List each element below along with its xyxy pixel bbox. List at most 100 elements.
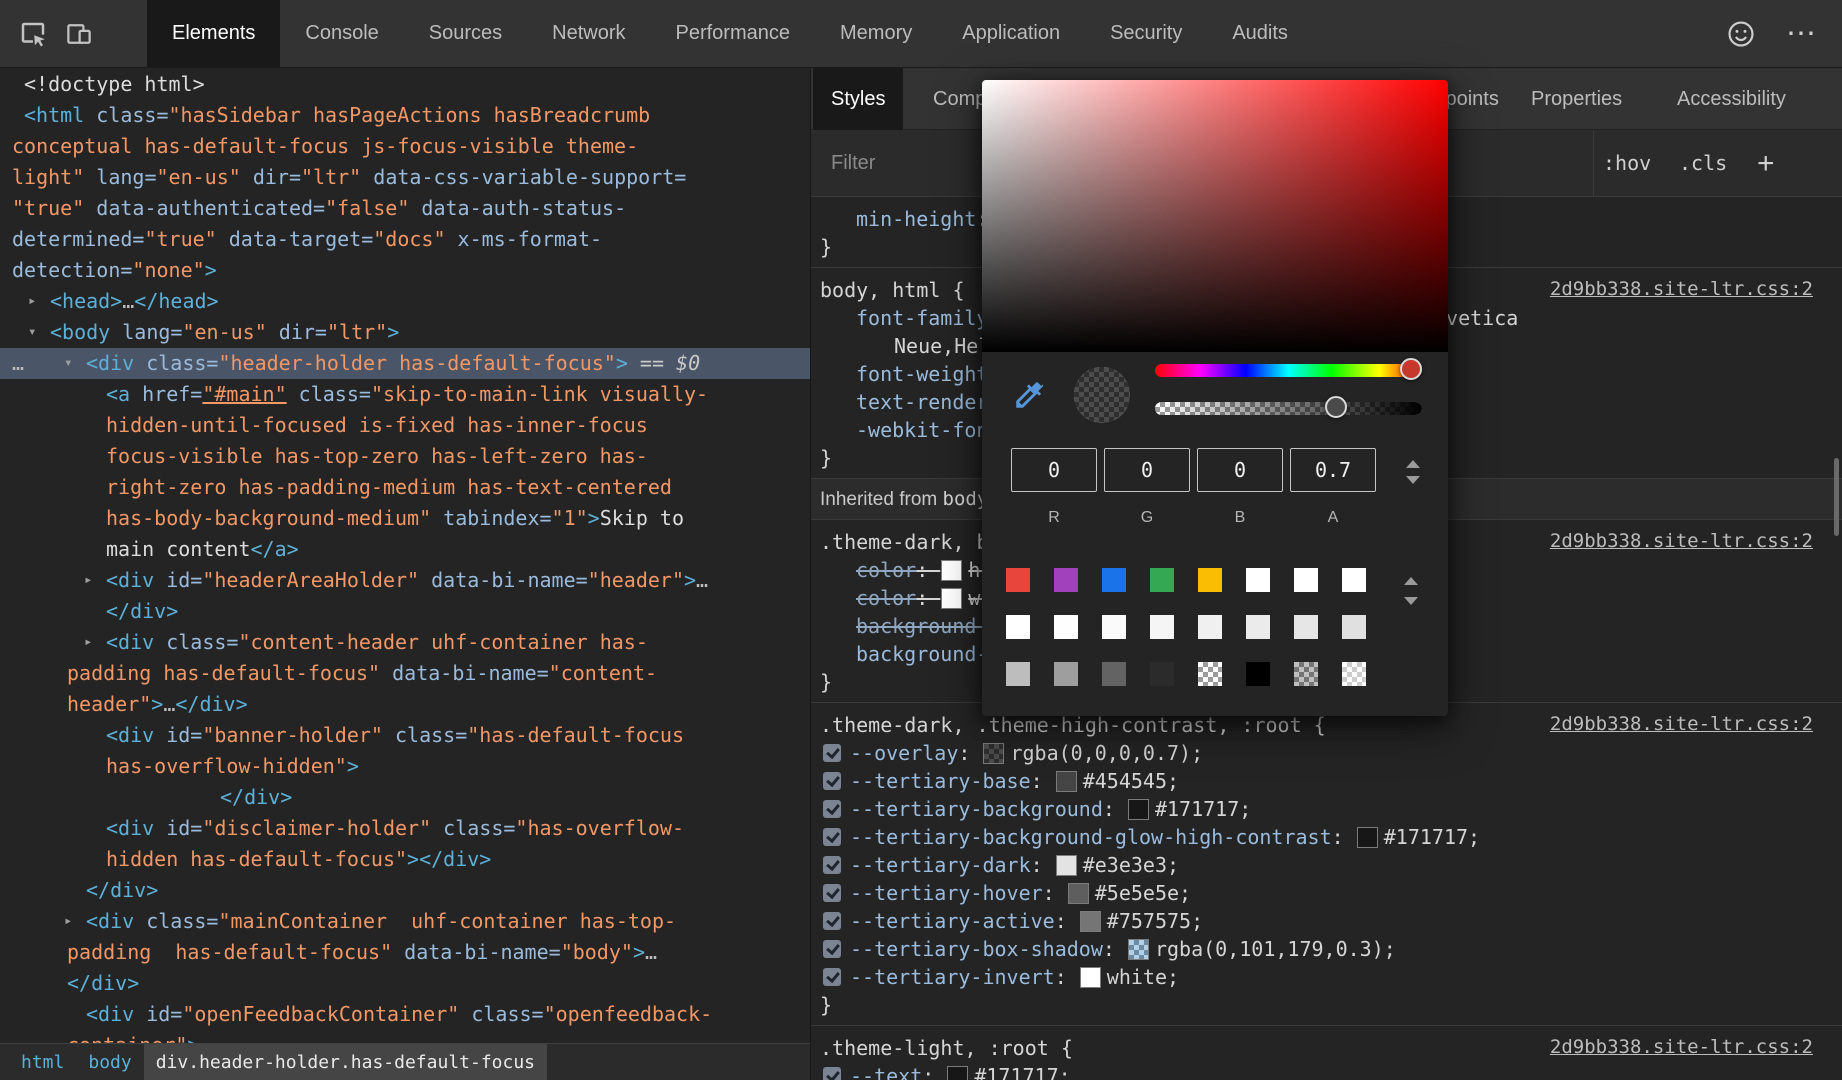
tab-application[interactable]: Application — [937, 0, 1085, 67]
dom-tree-row[interactable]: </div> — [0, 782, 810, 813]
declaration-checkbox[interactable] — [823, 1067, 841, 1080]
spinner-down-icon[interactable] — [1406, 476, 1420, 484]
styles-tab-properties[interactable]: Properties — [1513, 68, 1640, 130]
color-swatch[interactable] — [942, 561, 961, 580]
dom-tree-row[interactable]: <a href="#main" class="skip-to-main-link… — [0, 379, 810, 410]
palette-swatch[interactable] — [1102, 662, 1126, 686]
declaration-row[interactable]: --overlay: rgba(0,0,0,0.7); — [811, 739, 1842, 767]
color-swatch[interactable] — [942, 589, 961, 608]
declaration-checkbox[interactable] — [823, 828, 841, 846]
palette-swatch[interactable] — [1246, 615, 1270, 639]
styles-scrollbar-thumb[interactable] — [1834, 458, 1839, 536]
palette-swatch[interactable] — [1198, 662, 1222, 686]
declaration-checkbox[interactable] — [823, 744, 841, 762]
palette-swatch[interactable] — [1054, 568, 1078, 592]
declaration-row[interactable]: --tertiary-invert: white; — [811, 963, 1842, 991]
tab-elements[interactable]: Elements — [147, 0, 280, 67]
palette-swatch[interactable] — [1102, 568, 1126, 592]
stylesheet-link[interactable]: 2d9bb338.site-ltr.css:2 — [1550, 1036, 1813, 1058]
color-swatch[interactable] — [1081, 912, 1100, 931]
dom-tree-row[interactable]: conceptual has-default-focus js-focus-vi… — [0, 131, 810, 162]
palette-swatch[interactable] — [1198, 615, 1222, 639]
declaration-checkbox[interactable] — [823, 940, 841, 958]
color-swatch[interactable] — [1358, 828, 1377, 847]
more-options-icon[interactable]: ⋯ — [1778, 0, 1824, 67]
color-swatch[interactable] — [984, 744, 1003, 763]
tab-console[interactable]: Console — [280, 0, 403, 67]
alpha-slider-knob[interactable] — [1325, 396, 1347, 418]
feedback-smiley-icon[interactable] — [1718, 0, 1764, 67]
declaration-row[interactable]: --tertiary-dark: #e3e3e3; — [811, 851, 1842, 879]
color-swatch[interactable] — [1081, 968, 1100, 987]
stylesheet-link[interactable]: 2d9bb338.site-ltr.css:2 — [1550, 713, 1813, 735]
declaration-checkbox[interactable] — [823, 772, 841, 790]
channel-value-input[interactable]: 0 — [1011, 448, 1097, 492]
dom-tree-row[interactable]: right-zero has-padding-medium has-text-c… — [0, 472, 810, 503]
styles-filter-input[interactable]: Filter — [831, 130, 875, 197]
dom-tree-row[interactable]: header">…</div> — [0, 689, 810, 720]
saturation-brightness-area[interactable] — [982, 80, 1448, 352]
dom-tree-row[interactable]: hidden-until-focused is-fixed has-inner-… — [0, 410, 810, 441]
palette-swatch[interactable] — [1342, 568, 1366, 592]
breadcrumb-item[interactable]: html — [9, 1044, 76, 1080]
declaration-checkbox[interactable] — [823, 968, 841, 986]
declaration-row[interactable]: --text: #171717; — [811, 1062, 1842, 1080]
channel-value-input[interactable]: 0 — [1197, 448, 1283, 492]
palette-down-icon[interactable] — [1404, 597, 1418, 605]
device-toolbar-icon[interactable] — [56, 0, 102, 67]
styles-tab-accessibility[interactable]: Accessibility — [1659, 68, 1804, 130]
palette-swatch[interactable] — [1246, 662, 1270, 686]
stylesheet-link[interactable]: 2d9bb338.site-ltr.css:2 — [1550, 530, 1813, 552]
dom-tree-row[interactable]: ▸<div class="content-header uhf-containe… — [0, 627, 810, 658]
eyedropper-icon[interactable] — [1010, 376, 1048, 414]
declaration-checkbox[interactable] — [823, 884, 841, 902]
dom-tree-row[interactable]: padding has-default-focus" data-bi-name=… — [0, 658, 810, 689]
disclosure-closed-icon[interactable]: ▸ — [84, 565, 92, 596]
dom-tree-row[interactable]: "true" data-authenticated="false" data-a… — [0, 193, 810, 224]
dom-tree-row[interactable]: <html class="hasSidebar hasPageActions h… — [0, 100, 810, 131]
channel-value-input[interactable]: 0 — [1104, 448, 1190, 492]
palette-swatch[interactable] — [1198, 568, 1222, 592]
dom-tree-row[interactable]: </div> — [0, 596, 810, 627]
palette-swatch[interactable] — [1342, 662, 1366, 686]
dom-tree-row[interactable]: has-overflow-hidden"> — [0, 751, 810, 782]
color-swatch[interactable] — [1057, 856, 1076, 875]
inspect-element-icon[interactable] — [10, 0, 56, 67]
dom-tree-row[interactable]: …▾<div class="header-holder has-default-… — [0, 348, 810, 379]
dom-tree-row[interactable]: padding has-default-focus" data-bi-name=… — [0, 937, 810, 968]
dom-tree-row[interactable]: </div> — [0, 875, 810, 906]
color-swatch[interactable] — [948, 1067, 967, 1080]
dom-tree-row[interactable]: <!doctype html> — [0, 69, 810, 100]
tab-network[interactable]: Network — [527, 0, 650, 67]
palette-swatch[interactable] — [1246, 568, 1270, 592]
dom-tree-row[interactable]: ▸<head>…</head> — [0, 286, 810, 317]
hue-slider[interactable] — [1155, 364, 1422, 377]
new-style-rule-button[interactable]: + — [1757, 130, 1775, 197]
dom-tree-row[interactable]: determined="true" data-target="docs" x-m… — [0, 224, 810, 255]
dom-tree-row[interactable]: ▸<div id="headerAreaHolder" data-bi-name… — [0, 565, 810, 596]
styles-tab-styles[interactable]: Styles — [813, 68, 903, 130]
breadcrumb-item[interactable]: div.header-holder.has-default-focus — [144, 1044, 547, 1080]
palette-swatch[interactable] — [1150, 615, 1174, 639]
palette-swatch[interactable] — [1006, 568, 1030, 592]
palette-swatch[interactable] — [1006, 615, 1030, 639]
disclosure-closed-icon[interactable]: ▸ — [64, 906, 72, 937]
declaration-row[interactable]: --tertiary-base: #454545; — [811, 767, 1842, 795]
dom-tree-row[interactable]: focus-visible has-top-zero has-left-zero… — [0, 441, 810, 472]
palette-swatch[interactable] — [1150, 662, 1174, 686]
dom-tree-row[interactable]: </div> — [0, 968, 810, 999]
disclosure-open-icon[interactable]: ▾ — [28, 317, 36, 348]
declaration-checkbox[interactable] — [823, 912, 841, 930]
dom-tree-row[interactable]: main content</a> — [0, 534, 810, 565]
palette-swatch[interactable] — [1294, 615, 1318, 639]
dom-tree-row[interactable]: ▾<body lang="en-us" dir="ltr"> — [0, 317, 810, 348]
palette-swatch[interactable] — [1150, 568, 1174, 592]
dom-tree-row[interactable]: <div id="openFeedbackContainer" class="o… — [0, 999, 810, 1030]
palette-swatch[interactable] — [1102, 615, 1126, 639]
pseudo-class-toggle-button[interactable]: :hov — [1603, 130, 1651, 197]
stylesheet-link[interactable]: 2d9bb338.site-ltr.css:2 — [1550, 278, 1813, 300]
declaration-row[interactable]: --tertiary-active: #757575; — [811, 907, 1842, 935]
alpha-slider[interactable] — [1155, 402, 1422, 415]
dom-tree-row[interactable]: ▸<div class="mainContainer uhf-container… — [0, 906, 810, 937]
disclosure-open-icon[interactable]: ▾ — [64, 348, 72, 379]
